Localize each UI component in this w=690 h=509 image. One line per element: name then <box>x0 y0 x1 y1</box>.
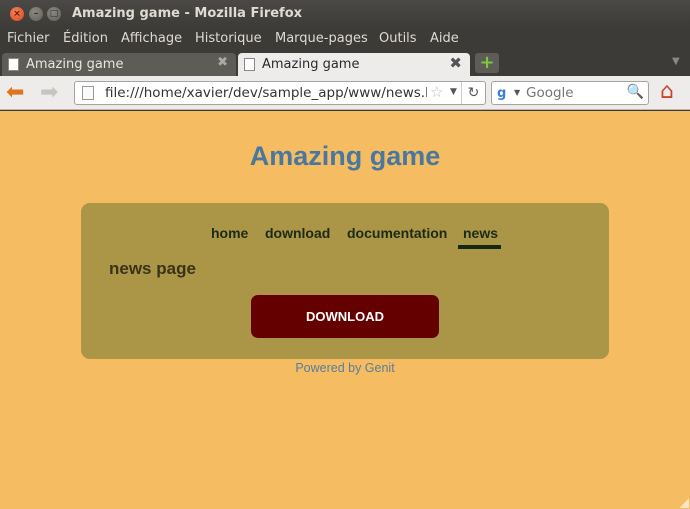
window-minimize-button[interactable]: – <box>29 7 43 21</box>
window-title: Amazing game - Mozilla Firefox <box>72 6 303 21</box>
page-icon <box>8 58 19 71</box>
nav-link-download[interactable]: download <box>265 225 330 241</box>
search-input[interactable] <box>526 85 626 101</box>
menu-aide[interactable]: Aide <box>430 31 459 46</box>
navigation-toolbar: ⬅ ➡ file:///home/xavier/dev/sample_app/w… <box>0 76 690 110</box>
nav-link-news[interactable]: news <box>463 225 498 241</box>
download-button[interactable]: DOWNLOAD <box>251 295 439 338</box>
menu-edition[interactable]: Édition <box>63 31 108 46</box>
nav-link-home[interactable]: home <box>211 225 248 241</box>
new-tab-button[interactable]: + <box>475 53 499 73</box>
footer-powered-by[interactable]: Powered by Genit <box>0 361 690 375</box>
page-icon <box>244 58 255 71</box>
reload-icon[interactable]: ↻ <box>461 82 485 104</box>
google-icon[interactable]: g <box>497 86 506 101</box>
active-nav-underline <box>458 245 501 249</box>
tab-close-icon[interactable]: ✖ <box>217 55 228 70</box>
tab-strip: Amazing game ✖ Amazing game ✖ <box>0 51 690 76</box>
forward-arrow-icon[interactable]: ➡ <box>40 82 58 104</box>
site-title: Amazing game <box>249 141 441 171</box>
page-content: Amazing game home download documentation… <box>0 111 690 509</box>
page-icon <box>82 86 94 100</box>
nav-link-documentation[interactable]: documentation <box>347 225 447 241</box>
menu-fichier[interactable]: Fichier <box>7 31 50 46</box>
menubar: Fichier Édition Affichage Historique Mar… <box>0 28 690 51</box>
tab-active[interactable]: Amazing game ✖ <box>238 53 470 76</box>
home-icon[interactable]: ⌂ <box>660 80 674 104</box>
window-maximize-button[interactable]: □ <box>47 7 61 21</box>
url-bar[interactable]: file:///home/xavier/dev/sample_app/www/n… <box>74 81 486 105</box>
window-close-button[interactable]: × <box>10 7 24 21</box>
tab-title: Amazing game <box>262 57 360 72</box>
bookmark-star-icon[interactable]: ☆ <box>430 83 443 101</box>
search-icon[interactable]: 🔍 <box>627 84 644 100</box>
search-bar[interactable]: g ▼ 🔍 <box>491 81 649 105</box>
page-heading: news page <box>109 259 196 278</box>
menu-historique[interactable]: Historique <box>195 31 262 46</box>
menu-affichage[interactable]: Affichage <box>121 31 182 46</box>
url-text[interactable]: file:///home/xavier/dev/sample_app/www/n… <box>105 85 427 101</box>
tab-list-chevron-icon[interactable]: ▼ <box>672 56 680 67</box>
tab-title: Amazing game <box>26 57 124 72</box>
tab-close-icon[interactable]: ✖ <box>449 54 462 72</box>
main-panel: home download documentation news news pa… <box>81 203 609 359</box>
window-titlebar: × – □ Amazing game - Mozilla Firefox <box>0 0 690 28</box>
resize-grip[interactable] <box>679 498 689 508</box>
back-arrow-icon[interactable]: ⬅ <box>6 82 24 104</box>
url-history-dropdown-icon[interactable]: ▼ <box>450 87 457 97</box>
menu-marque-pages[interactable]: Marque-pages <box>275 31 368 46</box>
tab-inactive[interactable]: Amazing game ✖ <box>2 53 236 76</box>
menu-outils[interactable]: Outils <box>379 31 417 46</box>
search-engine-dropdown-icon[interactable]: ▼ <box>514 88 520 97</box>
